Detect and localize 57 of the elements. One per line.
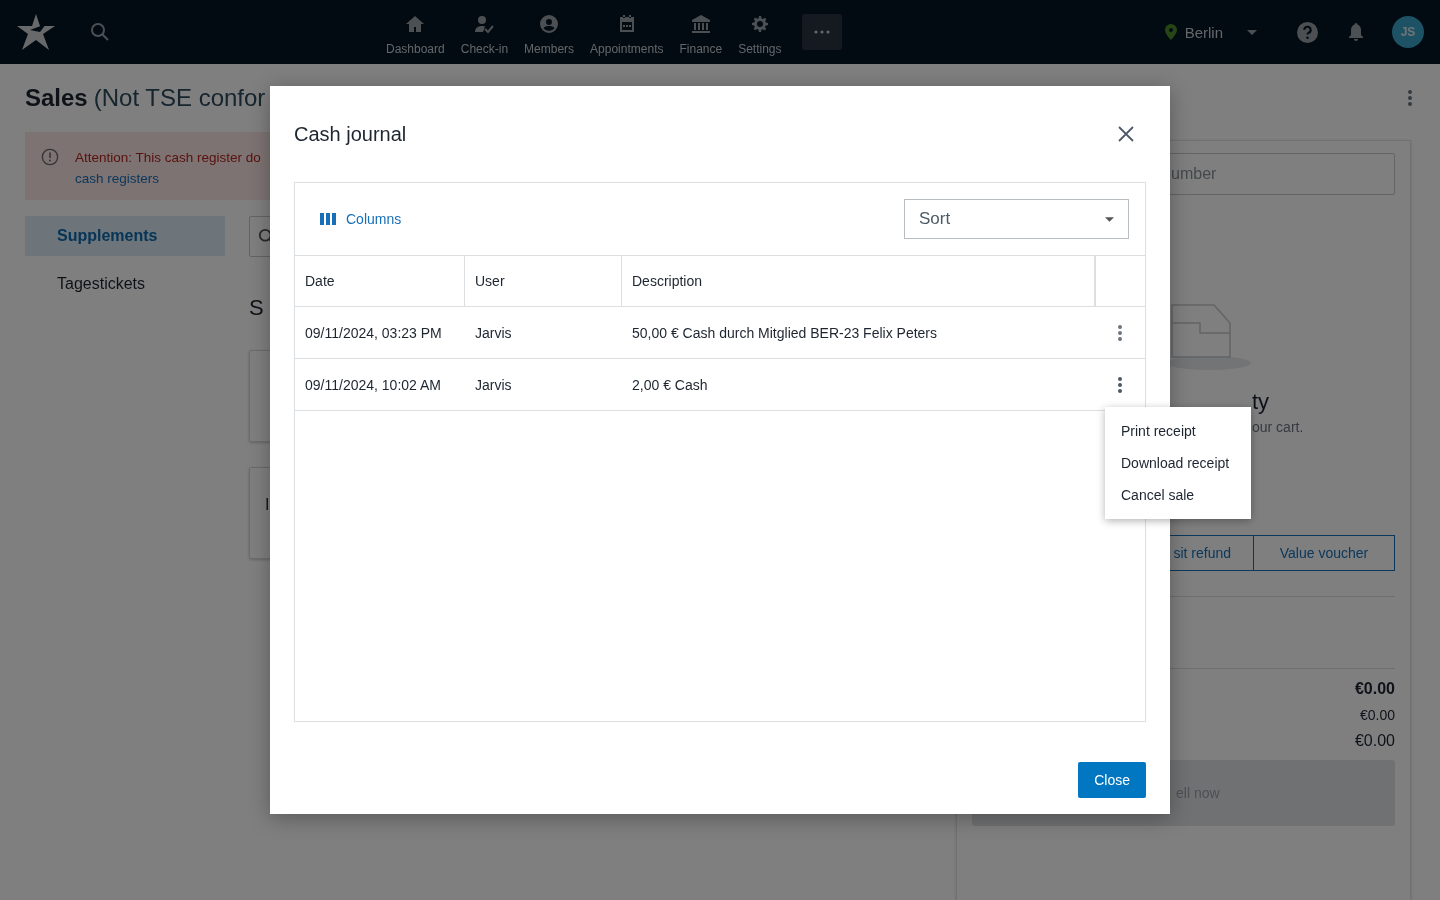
column-header[interactable]: User: [465, 256, 622, 307]
column-header[interactable]: Date: [295, 256, 465, 307]
user-check-icon[interactable]: [474, 14, 495, 34]
gear-icon[interactable]: [749, 14, 770, 34]
nav-label[interactable]: Appointments: [590, 42, 664, 56]
bell-icon[interactable]: [1348, 22, 1364, 42]
table-cell: Jarvis: [465, 307, 622, 359]
column-header[interactable]: Description: [622, 256, 1095, 307]
category-item[interactable]: Tagestickets: [25, 264, 225, 304]
nav-label[interactable]: Check-in: [460, 42, 509, 56]
help-icon[interactable]: [1297, 21, 1318, 43]
caret-icon: [1105, 216, 1114, 222]
user-avatar[interactable]: JS: [1392, 16, 1424, 48]
sort-select[interactable]: Sort: [904, 199, 1129, 239]
house-icon[interactable]: [405, 14, 426, 34]
page-subtitle: (Not TSE confor: [93, 84, 266, 112]
row-menu-icon[interactable]: [1117, 375, 1123, 394]
more-options-icon[interactable]: [1407, 89, 1413, 107]
empty-cart-hint: our cart.: [1252, 419, 1305, 435]
map-pin-icon: [1164, 24, 1177, 40]
nav-label[interactable]: Members: [524, 42, 575, 56]
columns-button[interactable]: Columns: [320, 211, 402, 227]
nav-label[interactable]: Finance: [679, 42, 723, 56]
close-icon[interactable]: [1118, 126, 1134, 142]
cart-action-button[interactable]: Value voucher: [1253, 535, 1395, 571]
total-amount: €0.00: [1353, 680, 1395, 698]
product-title: I: [265, 496, 271, 514]
close-button[interactable]: Close: [1078, 762, 1146, 798]
total-amount: €0.00: [1353, 732, 1395, 750]
table-cell: 09/11/2024, 03:23 PM: [295, 307, 465, 359]
location-selector[interactable]: Berlin: [1184, 23, 1223, 41]
menu-item[interactable]: Print receipt: [1105, 415, 1251, 447]
alert-icon: [41, 148, 59, 166]
table-cell: 50,00 € Cash durch Mitglied BER-23 Felix Peters: [622, 307, 1095, 359]
nav-label[interactable]: Settings: [738, 42, 782, 56]
table-cell: Jarvis: [465, 359, 622, 411]
more-button[interactable]: [801, 14, 842, 50]
caret-icon[interactable]: [1247, 29, 1257, 35]
total-amount: €0.00: [1358, 707, 1395, 723]
alert-link[interactable]: cash registers: [75, 168, 261, 189]
category-item[interactable]: Supplements: [25, 216, 225, 256]
star-logo[interactable]: [16, 12, 56, 52]
search-icon[interactable]: [90, 22, 110, 42]
bank-icon[interactable]: [690, 14, 711, 34]
nav-label[interactable]: Dashboard: [386, 42, 445, 56]
dots-icon: [813, 30, 830, 34]
alert-text: Attention: This cash register do: [75, 150, 261, 165]
menu-item[interactable]: Download receipt: [1105, 447, 1251, 479]
table-cell: 2,00 € Cash: [622, 359, 1095, 411]
dialog-title: Cash journal: [294, 122, 407, 146]
columns-icon: [320, 213, 336, 225]
table-cell: 09/11/2024, 10:02 AM: [295, 359, 465, 411]
empty-cart-title: ty: [1252, 389, 1271, 416]
row-menu-icon[interactable]: [1117, 323, 1123, 342]
menu-item[interactable]: Cancel sale: [1105, 479, 1251, 511]
page-title: Sales: [25, 84, 88, 112]
section-title: S: [249, 295, 265, 322]
